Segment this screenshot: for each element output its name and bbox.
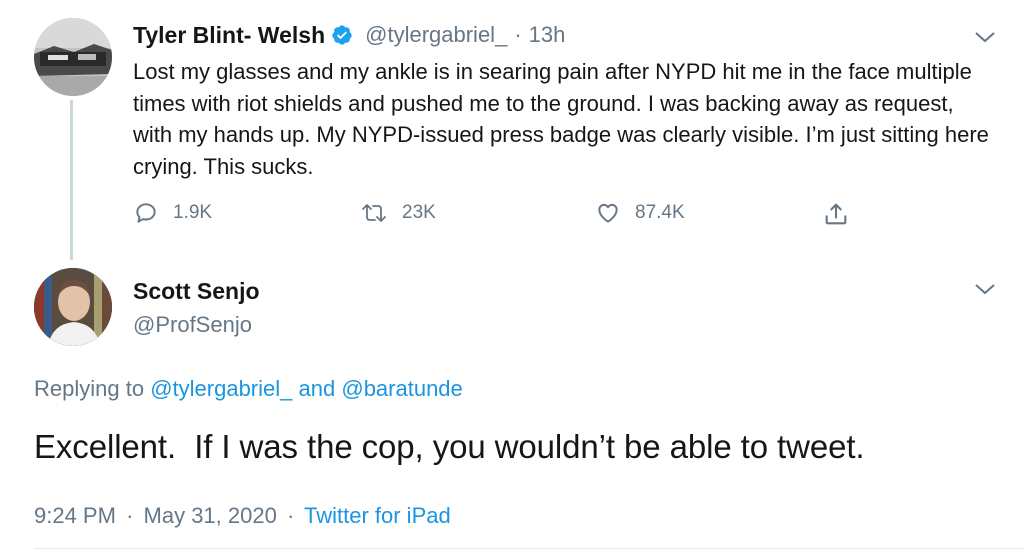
share-icon[interactable]	[822, 200, 850, 233]
parent-header: Tyler Blint- Welsh @tylergabriel_ · 13h	[133, 20, 565, 50]
replying-user-link[interactable]: @baratunde	[341, 376, 462, 401]
reply-tweet-text: Excellent. If I was the cop, you wouldn’…	[34, 428, 865, 465]
reply-count: 1.9K	[173, 202, 213, 223]
reply-handle[interactable]: @ProfSenjo	[133, 312, 252, 338]
replying-to-line: Replying to @tylergabriel_ and @baratund…	[34, 376, 463, 402]
parent-handle[interactable]: @tylergabriel_	[365, 22, 507, 48]
reply-icon	[133, 200, 159, 226]
divider	[34, 548, 1024, 549]
parent-display-name[interactable]: Tyler Blint- Welsh	[133, 22, 325, 49]
reply-action[interactable]: 1.9K	[133, 200, 212, 226]
retweet-count: 23K	[402, 202, 436, 223]
retweet-icon	[360, 200, 388, 226]
replying-prefix: Replying to	[34, 376, 145, 401]
tweet-time[interactable]: 9:24 PM	[34, 503, 116, 528]
parent-separator: ·	[514, 22, 522, 47]
parent-time[interactable]: 13h	[529, 22, 566, 48]
reply-display-name[interactable]: Scott Senjo	[133, 278, 260, 305]
parent-tweet-text: Lost my glasses and my ankle is in seari…	[133, 59, 989, 179]
like-count: 87.4K	[635, 202, 685, 223]
replying-user-link[interactable]: @tylergabriel_	[150, 376, 292, 401]
like-icon	[595, 200, 621, 226]
timestamp-dot: ·	[126, 503, 134, 528]
chevron-down-icon[interactable]	[974, 282, 996, 301]
chevron-down-icon[interactable]	[974, 30, 996, 49]
timestamp-line: 9:24 PM · May 31, 2020 · Twitter for iPa…	[34, 503, 451, 529]
verified-badge-icon	[331, 24, 353, 46]
replying-and: and	[298, 376, 336, 401]
retweet-action[interactable]: 23K	[360, 200, 436, 226]
tweet-date[interactable]: May 31, 2020	[144, 503, 277, 528]
like-action[interactable]: 87.4K	[595, 200, 685, 226]
tweet-source-link[interactable]: Twitter for iPad	[304, 503, 451, 528]
reply-avatar[interactable]	[34, 268, 112, 346]
parent-avatar-image	[34, 18, 112, 96]
timestamp-dot: ·	[286, 503, 295, 528]
reply-avatar-image	[34, 268, 112, 346]
thread-line	[70, 100, 73, 260]
parent-avatar[interactable]	[34, 18, 112, 96]
